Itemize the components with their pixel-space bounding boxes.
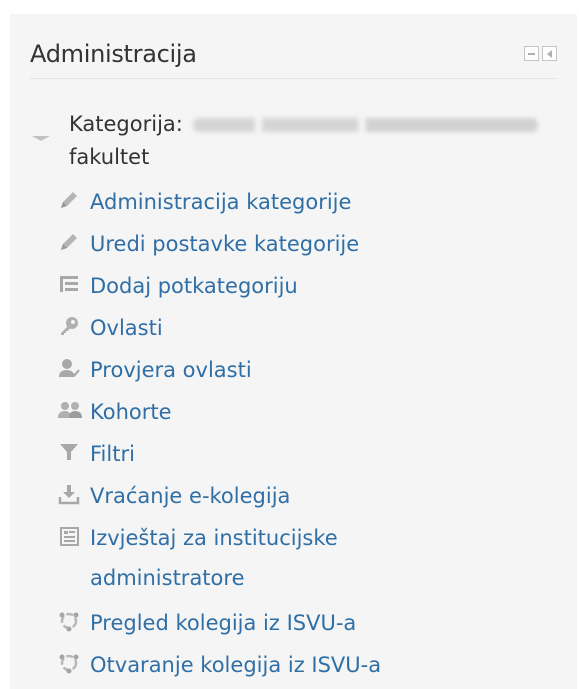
block-title: Administracija — [30, 40, 197, 68]
item-label: Uredi postavke kategorije — [90, 232, 360, 256]
user-check-icon — [58, 354, 90, 382]
list-item-pregled-isvu[interactable]: Pregled kolegija iz ISVU-a — [58, 603, 558, 643]
expand-toggle-icon[interactable] — [32, 136, 50, 141]
block-header: Administracija — [30, 26, 557, 79]
block-controls — [524, 46, 557, 61]
list-item-uredi-postavke[interactable]: Uredi postavke kategorije — [58, 224, 558, 264]
tree-icon — [58, 270, 90, 298]
key-icon — [58, 312, 90, 340]
dock-block-button[interactable] — [542, 46, 557, 61]
report-icon — [58, 522, 90, 550]
isvu-icon — [58, 607, 90, 635]
item-label: Filtri — [90, 442, 135, 466]
category-label[interactable]: Kategorija: fakultet — [69, 108, 559, 174]
list-item-ovlasti[interactable]: Ovlasti — [58, 308, 558, 348]
download-icon — [58, 480, 90, 508]
item-label: Otvaranje kolegija iz ISVU-a — [90, 653, 382, 677]
pencil-icon — [58, 186, 90, 214]
list-item-izvjestaj[interactable]: Izvještaj za institucijske administrator… — [58, 518, 558, 590]
list-item-filtri[interactable]: Filtri — [58, 434, 558, 474]
list-item-dodaj-potkategoriju[interactable]: Dodaj potkategoriju — [58, 266, 558, 306]
category-suffix: fakultet — [69, 145, 150, 169]
item-label: Administracija kategorije — [90, 190, 352, 214]
filter-icon — [58, 438, 90, 466]
list-item-kohorte[interactable]: Kohorte — [58, 392, 558, 432]
item-label: Dodaj potkategoriju — [90, 274, 298, 298]
isvu-icon — [58, 649, 90, 677]
administration-block: Administracija Kategorija: fakultet Admi… — [10, 14, 577, 689]
item-label: Kohorte — [90, 400, 172, 424]
list-item-administracija-kategorije[interactable]: Administracija kategorije — [58, 182, 558, 222]
item-label: Vraćanje e-kolegija — [90, 484, 291, 508]
list-item-vracanje[interactable]: Vraćanje e-kolegija — [58, 476, 558, 516]
pencil-icon — [58, 228, 90, 256]
item-label: Ovlasti — [90, 316, 163, 340]
hide-block-button[interactable] — [524, 46, 539, 61]
list-item-otvaranje-isvu[interactable]: Otvaranje kolegija iz ISVU-a — [58, 645, 558, 685]
users-icon — [58, 396, 90, 424]
item-label: Izvještaj za institucijske administrator… — [90, 526, 338, 590]
category-prefix: Kategorija: — [69, 112, 183, 136]
item-label: Pregled kolegija iz ISVU-a — [90, 611, 357, 635]
item-label: Provjera ovlasti — [90, 358, 252, 382]
redacted-category-name — [192, 118, 538, 132]
list-item-provjera-ovlasti[interactable]: Provjera ovlasti — [58, 350, 558, 390]
